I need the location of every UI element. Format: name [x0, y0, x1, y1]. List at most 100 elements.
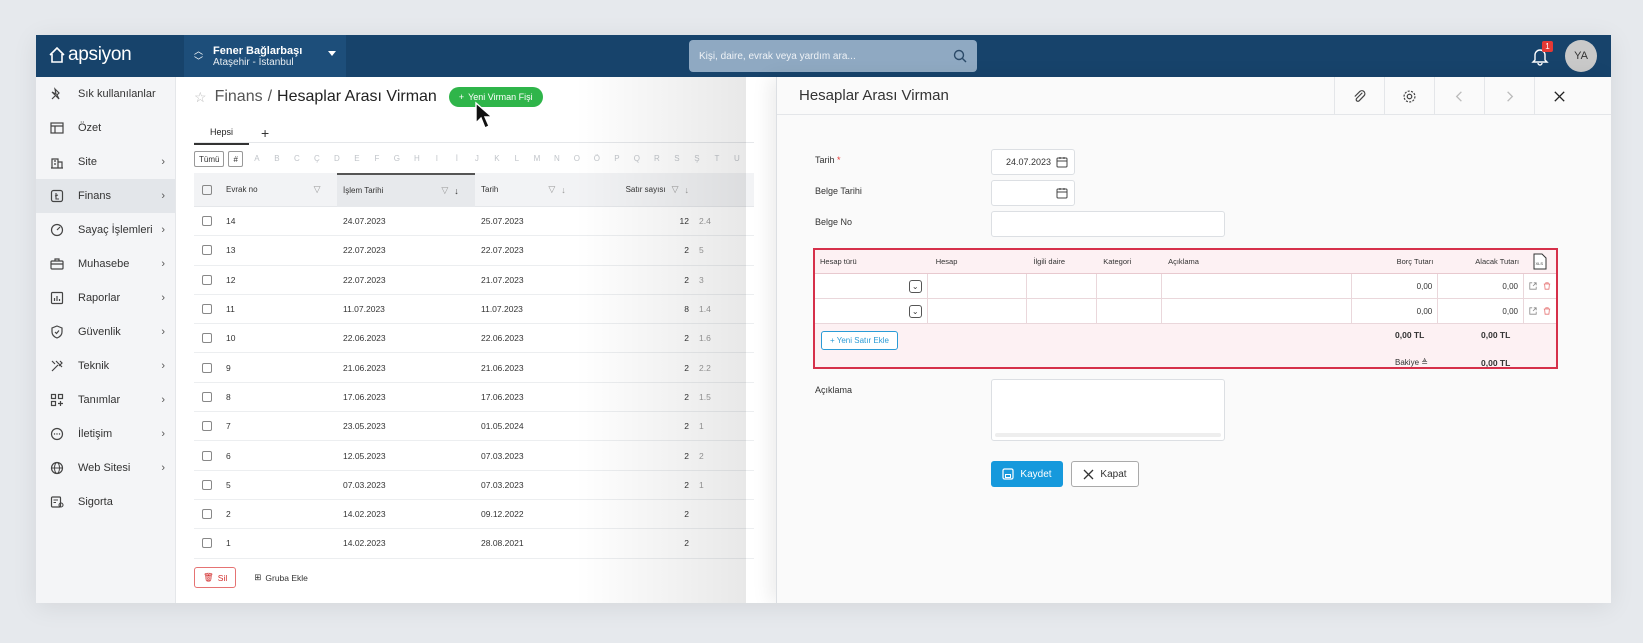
- alpha-filter-item[interactable]: D: [327, 151, 347, 167]
- bakiye-info-icon[interactable]: ≜: [1421, 358, 1428, 367]
- select-all-checkbox[interactable]: [202, 184, 212, 195]
- sidebar-item-2[interactable]: Site ›: [36, 145, 175, 179]
- alpha-filter-item[interactable]: Ö: [587, 151, 607, 167]
- sidebar-item-5[interactable]: Muhasebe ›: [36, 247, 175, 281]
- alpha-filter-item[interactable]: C: [287, 151, 307, 167]
- alpha-filter-item[interactable]: B: [267, 151, 287, 167]
- kategori-cell[interactable]: [1097, 274, 1163, 298]
- alacak-cell[interactable]: 0,00: [1438, 299, 1524, 323]
- trash-icon[interactable]: [1543, 281, 1551, 291]
- sort-down-icon[interactable]: ↓: [454, 186, 459, 196]
- table-row[interactable]: 1 14.02.2023 28.08.2021 2: [194, 529, 754, 559]
- alpha-filter-item[interactable]: Tümü: [194, 151, 225, 167]
- alpha-filter-item[interactable]: H: [407, 151, 427, 167]
- table-row[interactable]: 13 22.07.2023 22.07.2023 2 5: [194, 236, 754, 266]
- open-external-icon[interactable]: [1529, 281, 1537, 291]
- row-checkbox[interactable]: [202, 304, 212, 315]
- table-row[interactable]: 2 14.02.2023 09.12.2022 2: [194, 500, 754, 530]
- sidebar-item-12[interactable]: Sigorta: [36, 485, 175, 519]
- alpha-filter-item[interactable]: Q: [627, 151, 647, 167]
- row-checkbox[interactable]: [202, 450, 212, 461]
- settings-button[interactable]: [1384, 77, 1434, 115]
- alpha-filter-item[interactable]: O: [567, 151, 587, 167]
- star-icon[interactable]: ☆: [194, 89, 207, 106]
- add-row-button[interactable]: + Yeni Satır Ekle: [821, 331, 898, 350]
- ilgili-daire-cell[interactable]: [1027, 274, 1098, 298]
- sidebar-item-1[interactable]: Özet: [36, 111, 175, 145]
- alpha-filter-item[interactable]: F: [367, 151, 387, 167]
- col-islem-tarihi[interactable]: İşlem Tarihi ▽ ↓: [337, 172, 475, 207]
- alpha-filter-item[interactable]: E: [347, 151, 367, 167]
- sidebar-item-0[interactable]: Sık kullanılanlar: [36, 77, 175, 111]
- row-checkbox[interactable]: [202, 479, 212, 490]
- attach-button[interactable]: [1334, 77, 1384, 115]
- row-checkbox[interactable]: [202, 509, 212, 520]
- sidebar-item-9[interactable]: Tanımlar ›: [36, 383, 175, 417]
- hesap-turu-select[interactable]: ⌄: [815, 299, 928, 323]
- col-satir-sayisi[interactable]: Satır sayısı ▽ ↓: [595, 173, 695, 207]
- sidebar-item-7[interactable]: Güvenlik ›: [36, 315, 175, 349]
- table-row[interactable]: 12 22.07.2023 21.07.2023 2 3: [194, 266, 754, 295]
- table-row[interactable]: 8 17.06.2023 17.06.2023 2 1.5: [194, 383, 754, 413]
- filter-icon[interactable]: ▽: [548, 184, 555, 195]
- resize-handle[interactable]: [995, 433, 1221, 437]
- col-tarih[interactable]: Tarih ▽ ↓: [475, 173, 595, 207]
- alpha-filter-item[interactable]: N: [547, 151, 567, 167]
- calendar-icon[interactable]: [1056, 187, 1068, 199]
- delete-button[interactable]: 🗑 Sil: [194, 567, 237, 588]
- alacak-cell[interactable]: 0,00: [1438, 274, 1524, 298]
- alpha-filter-item[interactable]: P: [607, 151, 627, 167]
- add-tab-button[interactable]: +: [261, 125, 269, 141]
- excel-file-icon[interactable]: XLS: [1533, 253, 1547, 270]
- global-search[interactable]: Kişi, daire, evrak veya yardım ara...: [689, 40, 977, 72]
- close-panel-button[interactable]: [1534, 77, 1584, 115]
- table-row[interactable]: 7 23.05.2023 01.05.2024 2 1: [194, 412, 754, 442]
- alpha-filter-item[interactable]: J: [467, 151, 487, 167]
- sidebar-item-6[interactable]: Raporlar ›: [36, 281, 175, 315]
- breadcrumb-root[interactable]: Finans: [215, 88, 263, 106]
- table-row[interactable]: 9 21.06.2023 21.06.2023 2 2.2: [194, 353, 754, 383]
- alpha-filter-item[interactable]: G: [387, 151, 407, 167]
- prev-button[interactable]: [1434, 77, 1484, 115]
- apsiyon-logo[interactable]: apsiyon: [48, 44, 132, 66]
- row-checkbox[interactable]: [202, 421, 212, 432]
- row-checkbox[interactable]: [202, 391, 212, 402]
- borc-cell[interactable]: 0,00: [1352, 299, 1439, 323]
- aciklama-cell[interactable]: [1162, 274, 1353, 298]
- filter-icon[interactable]: ▽: [441, 185, 448, 196]
- hesap-cell[interactable]: [928, 299, 1028, 323]
- add-group-button[interactable]: ⊞ Gruba Ekle: [246, 567, 316, 588]
- hesap-cell[interactable]: [928, 274, 1028, 298]
- alpha-filter-item[interactable]: T: [707, 151, 727, 167]
- ilgili-daire-cell[interactable]: [1027, 299, 1098, 323]
- sidebar-item-11[interactable]: Web Sitesi ›: [36, 451, 175, 485]
- alpha-filter-item[interactable]: Ç: [307, 151, 327, 167]
- aciklama-cell[interactable]: [1162, 299, 1353, 323]
- sidebar-item-4[interactable]: Sayaç İşlemleri ›: [36, 213, 175, 247]
- row-checkbox[interactable]: [202, 245, 212, 256]
- aciklama-textarea[interactable]: [991, 379, 1225, 441]
- belge-tarihi-field[interactable]: [991, 180, 1075, 206]
- save-button[interactable]: Kaydet: [991, 461, 1063, 487]
- table-row[interactable]: 11 11.07.2023 11.07.2023 8 1.4: [194, 295, 754, 325]
- alpha-filter-item[interactable]: U: [727, 151, 747, 167]
- alpha-filter-item[interactable]: A: [247, 151, 267, 167]
- hesap-turu-select[interactable]: ⌄: [815, 274, 928, 298]
- alpha-filter-item[interactable]: M: [527, 151, 547, 167]
- row-checkbox[interactable]: [202, 362, 212, 373]
- sort-icon[interactable]: ↓: [561, 185, 566, 195]
- filter-icon[interactable]: ▽: [314, 184, 321, 195]
- alpha-filter-item[interactable]: L: [507, 151, 527, 167]
- user-avatar[interactable]: YA: [1565, 40, 1597, 72]
- belge-no-field[interactable]: [991, 211, 1225, 237]
- calendar-icon[interactable]: [1056, 156, 1068, 168]
- borc-cell[interactable]: 0,00: [1352, 274, 1439, 298]
- alpha-filter-item[interactable]: İ: [447, 151, 467, 167]
- table-row[interactable]: 5 07.03.2023 07.03.2023 2 1: [194, 471, 754, 500]
- alpha-filter-item[interactable]: S: [667, 151, 687, 167]
- close-button[interactable]: Kapat: [1071, 461, 1139, 487]
- filter-icon[interactable]: ▽: [672, 184, 679, 195]
- table-row[interactable]: 10 22.06.2023 22.06.2023 2 1.6: [194, 324, 754, 354]
- sort-icon[interactable]: ↓: [685, 185, 690, 195]
- open-external-icon[interactable]: [1529, 306, 1537, 316]
